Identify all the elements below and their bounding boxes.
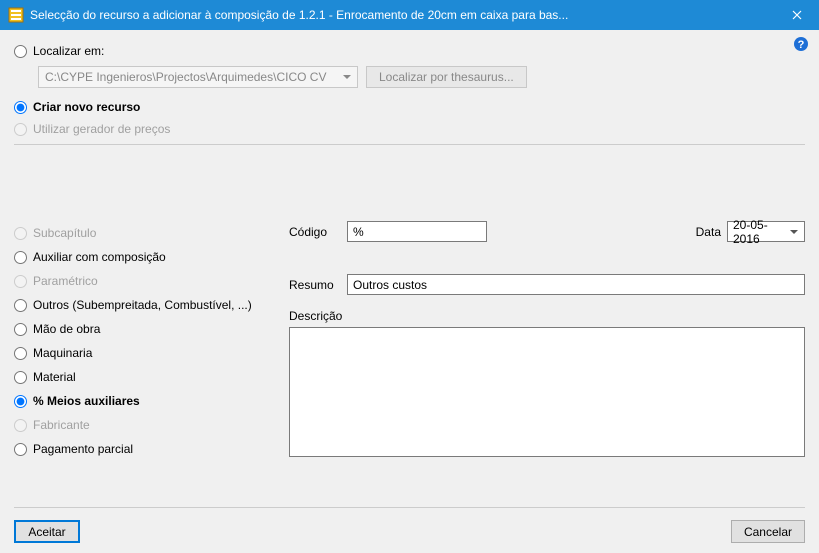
cat-subcapitulo-label: Subcapítulo: [33, 226, 96, 240]
criar-radio-row[interactable]: Criar novo recurso: [14, 96, 805, 118]
resumo-label: Resumo: [289, 278, 347, 292]
cat-subcapitulo: Subcapítulo: [14, 221, 269, 245]
data-value: 20-05-2016: [733, 218, 786, 246]
cat-outros-label: Outros (Subempreitada, Combustível, ...): [33, 298, 252, 312]
gerador-radio-row: Utilizar gerador de preços: [14, 118, 805, 140]
cat-auxiliar-label: Auxiliar com composição: [33, 250, 166, 264]
cat-subcapitulo-radio: [14, 227, 27, 240]
cat-parametrico-label: Paramétrico: [33, 274, 98, 288]
cat-outros-radio[interactable]: [14, 299, 27, 312]
codigo-input[interactable]: [347, 221, 487, 242]
dialog-buttons: Aceitar Cancelar: [14, 508, 805, 543]
localizar-radio-row[interactable]: Localizar em:: [14, 40, 805, 62]
path-select: C:\CYPE Ingenieros\Projectos\Arquimedes\…: [38, 66, 358, 88]
path-value: C:\CYPE Ingenieros\Projectos\Arquimedes\…: [45, 70, 326, 84]
help-icon[interactable]: ?: [793, 36, 809, 52]
data-label: Data: [696, 225, 721, 239]
form-panel: Código Data 20-05-2016 Resumo Descrição: [289, 215, 805, 357]
accept-button[interactable]: Aceitar: [14, 520, 80, 543]
separator: [14, 144, 805, 145]
data-select[interactable]: 20-05-2016: [727, 221, 805, 242]
gerador-label: Utilizar gerador de preços: [33, 122, 170, 136]
criar-radio[interactable]: [14, 101, 27, 114]
cat-mao-obra-label: Mão de obra: [33, 322, 100, 336]
mode-section: Localizar em: C:\CYPE Ingenieros\Project…: [14, 40, 805, 140]
cat-parametrico-radio: [14, 275, 27, 288]
gerador-radio: [14, 123, 27, 136]
cat-outros[interactable]: Outros (Subempreitada, Combustível, ...): [14, 293, 269, 317]
svg-text:?: ?: [798, 39, 805, 51]
localizar-radio[interactable]: [14, 45, 27, 58]
cat-auxiliar-radio[interactable]: [14, 251, 27, 264]
cancel-button[interactable]: Cancelar: [731, 520, 805, 543]
app-icon: [8, 7, 24, 23]
category-list: Subcapítulo Auxiliar com composição Para…: [14, 215, 269, 357]
thesaurus-button: Localizar por thesaurus...: [366, 66, 527, 88]
titlebar: Selecção do recurso a adicionar à compos…: [0, 0, 819, 30]
resumo-input[interactable]: [347, 274, 805, 295]
descricao-label: Descrição: [289, 309, 347, 323]
cat-mao-obra-radio[interactable]: [14, 323, 27, 336]
descricao-textarea[interactable]: [289, 327, 805, 457]
close-button[interactable]: [774, 0, 819, 30]
window-title: Selecção do recurso a adicionar à compos…: [30, 8, 774, 22]
localizar-label: Localizar em:: [33, 44, 104, 58]
cat-mao-obra[interactable]: Mão de obra: [14, 317, 269, 341]
codigo-label: Código: [289, 225, 347, 239]
cat-auxiliar[interactable]: Auxiliar com composição: [14, 245, 269, 269]
criar-label: Criar novo recurso: [33, 100, 140, 114]
cat-parametrico: Paramétrico: [14, 269, 269, 293]
